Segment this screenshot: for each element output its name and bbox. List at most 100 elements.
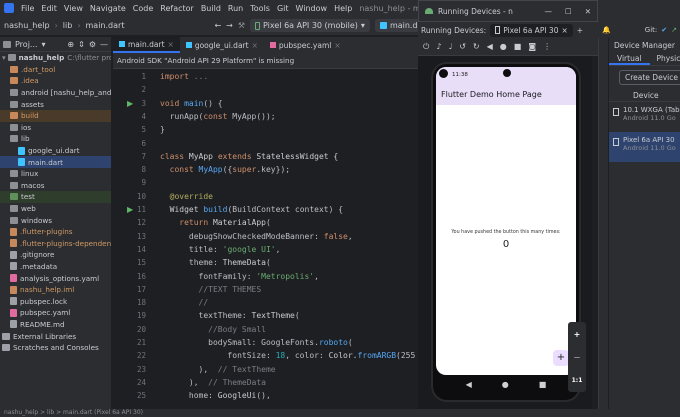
tree-root[interactable]: ▾ nashu_help C:\flutter projects\n	[0, 52, 111, 64]
breadcrumb-file[interactable]: main.dart	[86, 21, 125, 30]
tree-item[interactable]: assets	[0, 98, 111, 110]
camera-icon[interactable]: ◙	[528, 42, 536, 51]
hammer-icon[interactable]: ⚒	[238, 21, 245, 30]
increment-fab[interactable]: +	[553, 350, 569, 366]
tree-item[interactable]: test	[0, 191, 111, 203]
maximize-icon[interactable]: ☐	[565, 7, 572, 16]
rotate-right-icon[interactable]: ↻	[473, 42, 480, 51]
menu-window[interactable]: Window	[296, 4, 328, 13]
back-icon[interactable]: ◀	[487, 42, 493, 51]
tree-item[interactable]: google_ui.dart	[0, 145, 111, 157]
device-selector[interactable]: Pixel 6a API 30 (mobile) ▾	[250, 19, 370, 32]
tree-item[interactable]: .gitignore	[0, 249, 111, 261]
device-row-pixel[interactable]: Pixel 6a API 30 Android 11.0 Go	[609, 132, 680, 162]
code-line: return MaterialApp(	[160, 218, 271, 227]
code-editor[interactable]: import ... void main() { runApp(const MyA…	[158, 70, 420, 417]
git-push-icon[interactable]: ↗	[671, 26, 677, 34]
add-icon[interactable]: +	[577, 26, 583, 35]
back-arrow-icon[interactable]: ←	[214, 21, 221, 30]
tree-item[interactable]: Scratches and Consoles	[0, 342, 111, 354]
nav-recents-icon[interactable]: ■	[539, 380, 547, 389]
menu-refactor[interactable]: Refactor	[160, 4, 194, 13]
line-number: 5	[141, 125, 146, 135]
close-icon[interactable]: ×	[334, 41, 340, 50]
tree-item[interactable]: pubspec.yaml	[0, 307, 111, 319]
menu-help[interactable]: Help	[334, 4, 352, 13]
tree-item[interactable]: .flutter-plugins-dependencie	[0, 238, 111, 250]
tree-item[interactable]: .idea	[0, 75, 111, 87]
nav-home-icon[interactable]: ●	[502, 380, 509, 389]
tab-virtual[interactable]: Virtual	[609, 52, 650, 65]
more-icon[interactable]: ⋮	[543, 42, 551, 51]
sdk-warning-banner: Android SDK "Android API 29 Platform" is…	[113, 53, 423, 69]
tree-item-label: pubspec.lock	[20, 296, 68, 306]
home-icon[interactable]: ●	[500, 42, 507, 51]
tab-physical[interactable]: Physica	[650, 52, 680, 65]
tree-item[interactable]: linux	[0, 168, 111, 180]
create-device-button[interactable]: Create Device	[619, 70, 680, 85]
tab-main-dart[interactable]: main.dart ×	[113, 37, 180, 53]
minimize-icon[interactable]: —	[544, 7, 552, 16]
locate-icon[interactable]: ⊕	[67, 40, 74, 49]
tree-item[interactable]: macos	[0, 180, 111, 192]
rotate-left-icon[interactable]: ↺	[459, 42, 466, 51]
zoom-ratio-button[interactable]: 1:1	[572, 377, 583, 384]
tree-item[interactable]: README.md	[0, 319, 111, 331]
menu-view[interactable]: View	[64, 4, 83, 13]
zoom-out-button[interactable]: —	[574, 354, 580, 361]
menu-git[interactable]: Git	[277, 4, 289, 13]
tree-item[interactable]: External Libraries	[0, 330, 111, 342]
tree-item[interactable]: windows	[0, 214, 111, 226]
gear-icon[interactable]: ⚙	[89, 40, 96, 49]
overview-icon[interactable]: ■	[514, 42, 522, 51]
tree-item[interactable]: build	[0, 109, 111, 122]
tree-item[interactable]: ios	[0, 122, 111, 134]
close-icon[interactable]: ✕	[585, 7, 591, 16]
bell-icon[interactable]: 🔔	[602, 26, 611, 34]
menu-file[interactable]: File	[21, 4, 34, 13]
device-row-tablet[interactable]: 10.1 WXGA (Tab Android 11.0 Go	[609, 102, 680, 132]
zoom-in-button[interactable]: +	[574, 330, 581, 339]
code-line: fontFamily: 'Metropolis',	[160, 272, 319, 281]
code-token: ,	[314, 271, 319, 281]
volume-down-icon[interactable]: ♩	[448, 42, 452, 51]
tab-google-ui-dart[interactable]: google_ui.dart ×	[180, 37, 264, 53]
menu-edit[interactable]: Edit	[41, 4, 57, 13]
tree-item[interactable]: android [nashu_help_androi	[0, 87, 111, 99]
menu-tools[interactable]: Tools	[250, 4, 270, 13]
menu-code[interactable]: Code	[133, 4, 153, 13]
nav-back-icon[interactable]: ◀	[466, 380, 472, 389]
tree-item[interactable]: .dart_tool	[0, 64, 111, 76]
phone-screen[interactable]: 11:38 Flutter Demo Home Page You have pu…	[436, 67, 576, 375]
menu-navigate[interactable]: Navigate	[90, 4, 126, 13]
menu-run[interactable]: Run	[228, 4, 243, 13]
git-check-icon[interactable]: ✔	[661, 26, 667, 34]
tree-item[interactable]: pubspec.lock	[0, 295, 111, 307]
close-icon[interactable]: ×	[168, 40, 174, 49]
tree-item[interactable]: main.dart	[0, 156, 111, 168]
code-token: (),	[256, 391, 271, 401]
tree-item[interactable]: .flutter-plugins	[0, 226, 111, 238]
menu-build[interactable]: Build	[201, 4, 221, 13]
close-icon[interactable]: ×	[561, 26, 567, 35]
hide-icon[interactable]: —	[100, 40, 108, 49]
forward-arrow-icon[interactable]: →	[226, 21, 233, 30]
tree-item[interactable]: web	[0, 203, 111, 215]
breadcrumb-project[interactable]: nashu_help	[4, 21, 50, 30]
chevron-down-icon[interactable]: ▾	[42, 40, 46, 49]
run-gutter-icon[interactable]: ▶	[127, 99, 133, 108]
collapse-icon[interactable]: ⇕	[78, 40, 85, 49]
power-icon[interactable]: ⏻	[423, 42, 429, 52]
tree-item[interactable]: lib	[0, 133, 111, 145]
tree-item[interactable]: analysis_options.yaml	[0, 272, 111, 284]
tab-pubspec-yaml[interactable]: pubspec.yaml ×	[264, 37, 347, 53]
breadcrumb-lib[interactable]: lib	[63, 21, 73, 30]
tree-item[interactable]: nashu_help.iml	[0, 284, 111, 296]
close-icon[interactable]: ×	[252, 41, 258, 50]
project-panel-title[interactable]: Proj...	[15, 40, 38, 49]
device-subtitle: Android 11.0 Go	[623, 144, 676, 152]
run-gutter-icon[interactable]: ▶	[127, 205, 133, 214]
tree-item[interactable]: .metadata	[0, 261, 111, 273]
tab-running-device[interactable]: Pixel 6a API 30 ×	[490, 23, 573, 37]
volume-up-icon[interactable]: ♪	[436, 42, 441, 51]
